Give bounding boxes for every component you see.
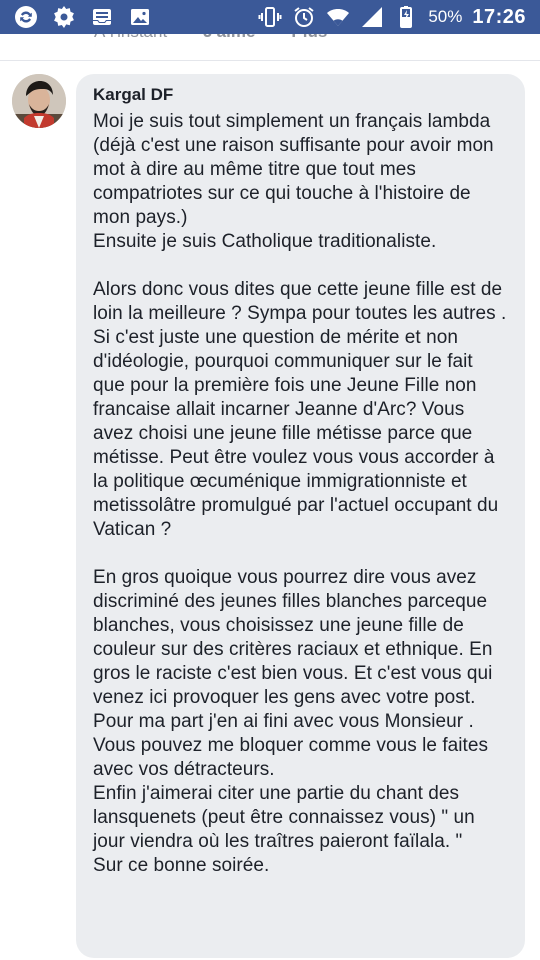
avatar[interactable] xyxy=(12,74,66,128)
vibrate-icon xyxy=(258,5,282,29)
alarm-icon xyxy=(292,5,316,29)
status-bar: 50% 17:26 xyxy=(0,0,540,34)
signal-icon xyxy=(360,5,384,29)
image-icon xyxy=(128,5,152,29)
comment-text: Moi je suis tout simplement un français … xyxy=(93,111,507,876)
battery-icon xyxy=(394,5,418,29)
comment-bubble: Kargal DF Moi je suis tout simplement un… xyxy=(76,74,525,958)
clock: 17:26 xyxy=(472,5,526,28)
previous-comment-timestamp: À l'instant xyxy=(94,34,167,42)
gear-icon xyxy=(52,5,76,29)
wifi-icon xyxy=(326,5,350,29)
previous-comment-actions: À l'instant J'aime Plus xyxy=(0,34,540,61)
battery-percent: 50% xyxy=(428,7,463,26)
sync-icon xyxy=(14,5,38,29)
previous-comment-more-button[interactable]: Plus xyxy=(291,34,327,42)
previous-comment-like-button[interactable]: J'aime xyxy=(203,34,255,42)
inbox-icon xyxy=(90,5,114,29)
comment-author[interactable]: Kargal DF xyxy=(93,84,509,106)
